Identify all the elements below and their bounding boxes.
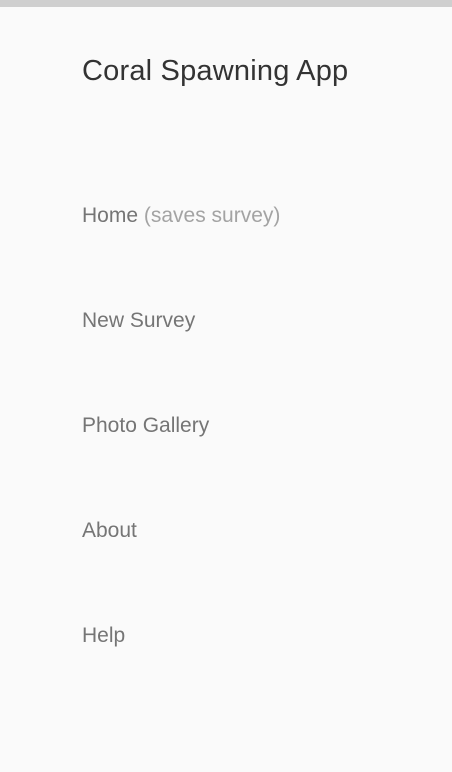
drawer-menu: Home (saves survey) New Survey Photo Gal… — [82, 193, 280, 718]
menu-item-photo-gallery-label: Photo Gallery — [82, 414, 210, 437]
menu-item-home[interactable]: Home (saves survey) — [82, 193, 280, 298]
top-divider — [0, 0, 452, 7]
menu-item-help-label: Help — [82, 624, 126, 647]
menu-item-home-label: Home — [82, 204, 139, 227]
menu-item-about[interactable]: About — [82, 508, 280, 613]
menu-item-photo-gallery[interactable]: Photo Gallery — [82, 403, 280, 508]
menu-item-new-survey-label: New Survey — [82, 309, 196, 332]
navigation-drawer: Coral Spawning App Home (saves survey) N… — [0, 7, 452, 772]
drawer-title: Coral Spawning App — [82, 55, 349, 87]
menu-item-home-hint: (saves survey) — [143, 204, 281, 227]
menu-item-help[interactable]: Help — [82, 613, 280, 718]
menu-item-about-label: About — [82, 519, 137, 542]
menu-item-new-survey[interactable]: New Survey — [82, 298, 280, 403]
